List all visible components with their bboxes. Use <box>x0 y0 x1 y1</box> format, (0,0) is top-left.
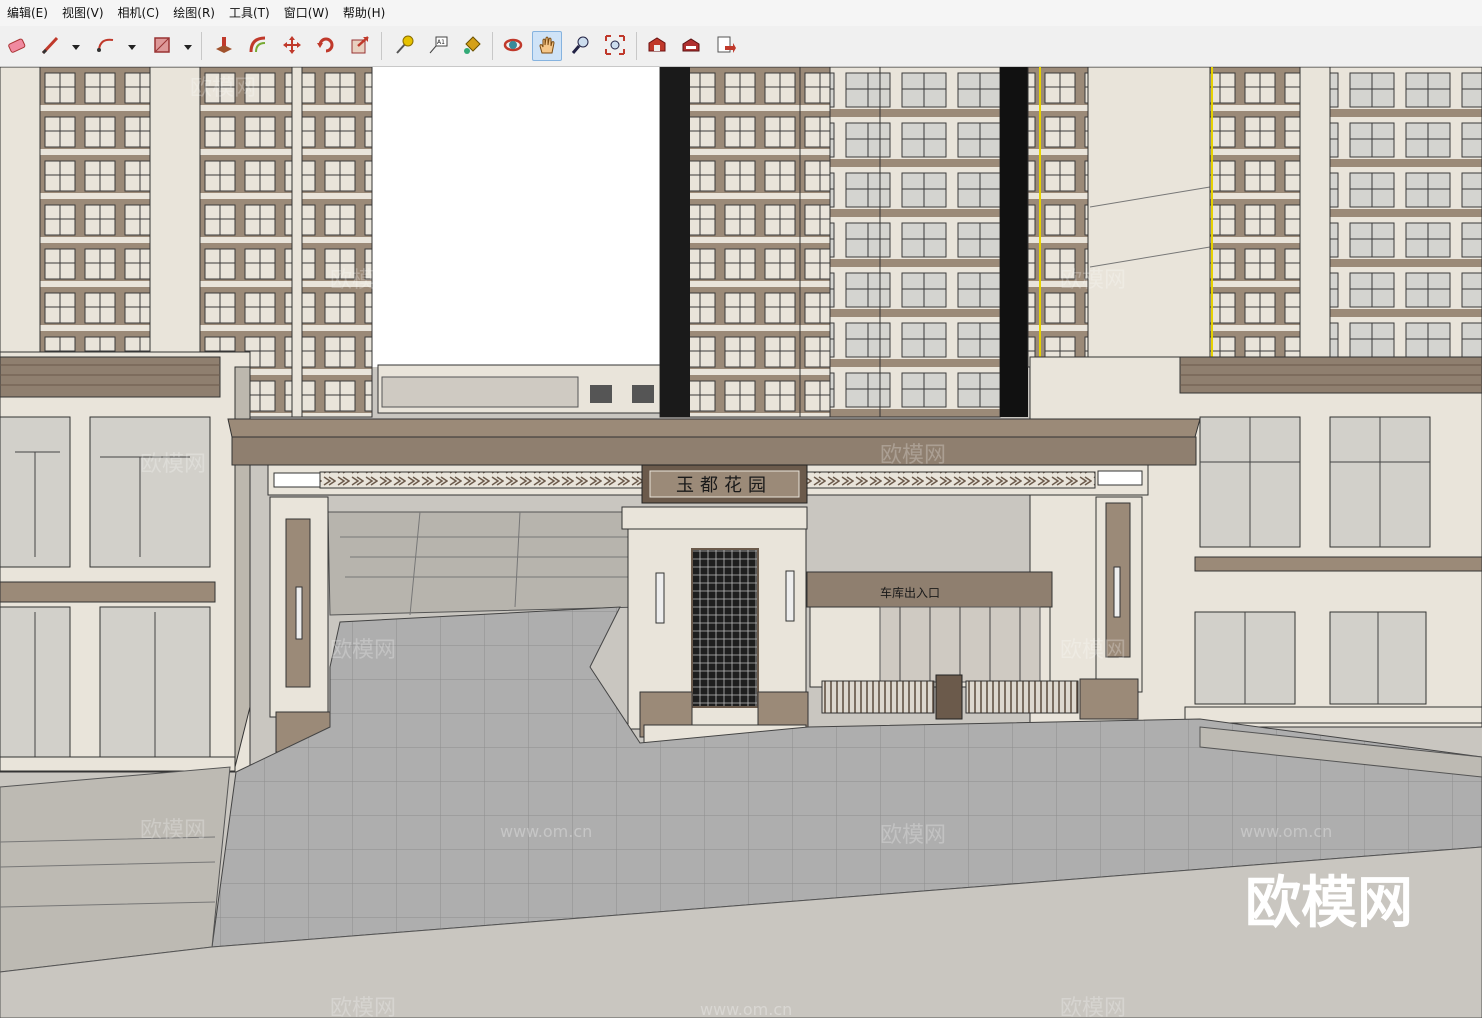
chevron-down-icon[interactable] <box>70 38 82 50</box>
main-toolbar: A1 <box>0 26 1482 67</box>
send-to-layout-icon[interactable] <box>711 31 739 59</box>
watermark-brand: 欧模网 <box>140 818 206 843</box>
watermark-url: www.om.cn <box>500 82 592 101</box>
watermark-url: www.om.cn <box>700 1000 792 1018</box>
text-icon[interactable]: A1 <box>424 31 452 59</box>
chevron-down-icon[interactable] <box>126 38 138 50</box>
watermark-brand-large: 欧模网 <box>1245 871 1413 936</box>
svg-text:A1: A1 <box>437 39 445 46</box>
pan-icon[interactable] <box>532 31 562 61</box>
zoom-extents-icon[interactable] <box>601 31 629 59</box>
orbit-icon[interactable] <box>499 31 527 59</box>
extension-warehouse-icon[interactable] <box>677 31 705 59</box>
push-pull-icon[interactable] <box>210 31 238 59</box>
watermark-brand: 欧模网 <box>1060 638 1126 663</box>
arc-icon[interactable] <box>92 31 120 59</box>
menu-tools[interactable]: 工具(T) <box>222 2 277 24</box>
watermark-brand: 欧模网 <box>330 996 396 1018</box>
watermark-brand: 欧模网 <box>1060 268 1126 293</box>
tape-measure-icon[interactable] <box>390 31 418 59</box>
menu-view[interactable]: 视图(V) <box>55 2 111 24</box>
model-scene: 玉都花园 车库出入口 欧模网 www.om.cn 欧模网 欧模网 欧模网 欧模网… <box>0 67 1482 1018</box>
model-viewport[interactable]: 玉都花园 车库出入口 欧模网 www.om.cn 欧模网 欧模网 欧模网 欧模网… <box>0 67 1482 1018</box>
chevron-down-icon[interactable] <box>182 38 194 50</box>
menu-help[interactable]: 帮助(H) <box>336 2 392 24</box>
watermark-brand: 欧模网 <box>140 452 206 477</box>
offset-icon[interactable] <box>244 31 272 59</box>
garage-sign-text: 车库出入口 <box>880 585 940 600</box>
watermark-url: www.om.cn <box>500 822 592 841</box>
menu-draw[interactable]: 绘图(R) <box>166 2 222 24</box>
eraser-icon[interactable] <box>3 31 31 59</box>
zoom-icon[interactable] <box>567 31 595 59</box>
watermark-url: www.om.cn <box>1240 822 1332 841</box>
menu-window[interactable]: 窗口(W) <box>277 2 336 24</box>
paint-bucket-icon[interactable] <box>458 31 486 59</box>
menu-bar: 编辑(E) 视图(V) 相机(C) 绘图(R) 工具(T) 窗口(W) 帮助(H… <box>0 0 1482 26</box>
menu-camera[interactable]: 相机(C) <box>111 2 167 24</box>
pencil-icon[interactable] <box>36 31 64 59</box>
scale-icon[interactable] <box>346 31 374 59</box>
move-icon[interactable] <box>278 31 306 59</box>
watermark-brand: 欧模网 <box>880 443 946 468</box>
watermark-brand: 欧模网 <box>330 638 396 663</box>
menu-edit[interactable]: 编辑(E) <box>0 2 55 24</box>
watermark-brand: 欧模网 <box>190 76 256 101</box>
watermark-brand: 欧模网 <box>1060 996 1126 1018</box>
rotate-icon[interactable] <box>312 31 340 59</box>
watermark-brand: 欧模网 <box>330 268 396 293</box>
rectangle-icon[interactable] <box>148 31 176 59</box>
gate-sign-text: 玉都花园 <box>676 475 772 496</box>
warehouse-icon[interactable] <box>643 31 671 59</box>
watermark-brand: 欧模网 <box>880 823 946 848</box>
